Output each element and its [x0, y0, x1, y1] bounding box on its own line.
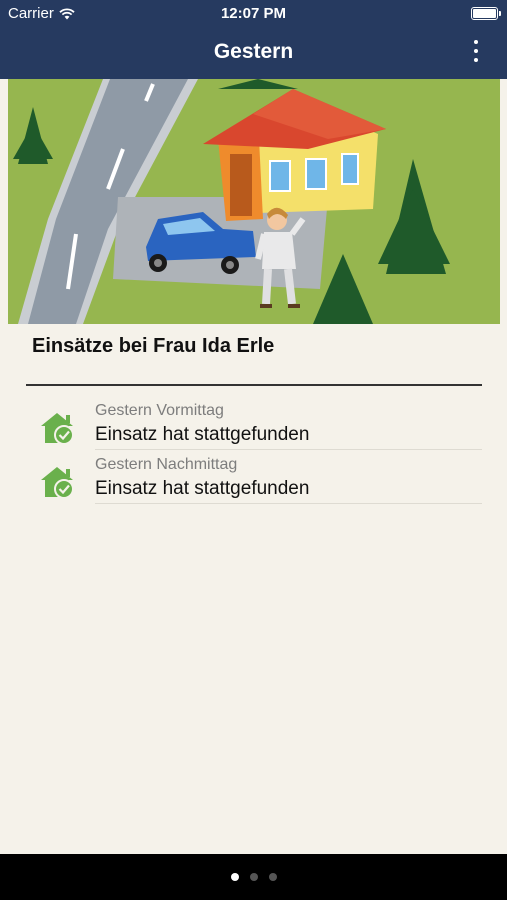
page-dot-1[interactable]	[230, 873, 239, 881]
entry-list: Gestern Vormittag Einsatz hat stattgefun…	[26, 396, 482, 504]
status-time: 12:07 PM	[220, 5, 287, 22]
page-title: Gestern	[213, 40, 294, 63]
page-dot-3[interactable]	[268, 873, 277, 881]
house-check-icon	[41, 413, 74, 445]
navigation-bar: Carrier 12:07 PM Gestern	[0, 0, 507, 79]
list-item[interactable]: Gestern Vormittag Einsatz hat stattgefun…	[26, 396, 482, 450]
page-dot-2[interactable]	[249, 873, 258, 881]
house-check-icon	[41, 467, 74, 499]
battery-icon	[471, 7, 501, 20]
list-item[interactable]: Gestern Nachmittag Einsatz hat stattgefu…	[26, 450, 482, 504]
page-indicator	[0, 854, 507, 900]
hero-illustration	[8, 79, 500, 324]
section-divider	[26, 384, 482, 386]
entry-label: Gestern Vormittag	[95, 402, 224, 419]
section-title: Einsätze bei Frau Ida Erle	[32, 335, 275, 357]
row-divider	[95, 503, 482, 504]
house-scene-image	[8, 79, 500, 324]
entry-status: Einsatz hat stattgefunden	[95, 478, 310, 499]
status-bar: Carrier 12:07 PM	[0, 0, 507, 28]
more-vertical-icon[interactable]	[471, 40, 481, 62]
entry-label: Gestern Nachmittag	[95, 456, 238, 473]
entry-status: Einsatz hat stattgefunden	[95, 424, 310, 445]
